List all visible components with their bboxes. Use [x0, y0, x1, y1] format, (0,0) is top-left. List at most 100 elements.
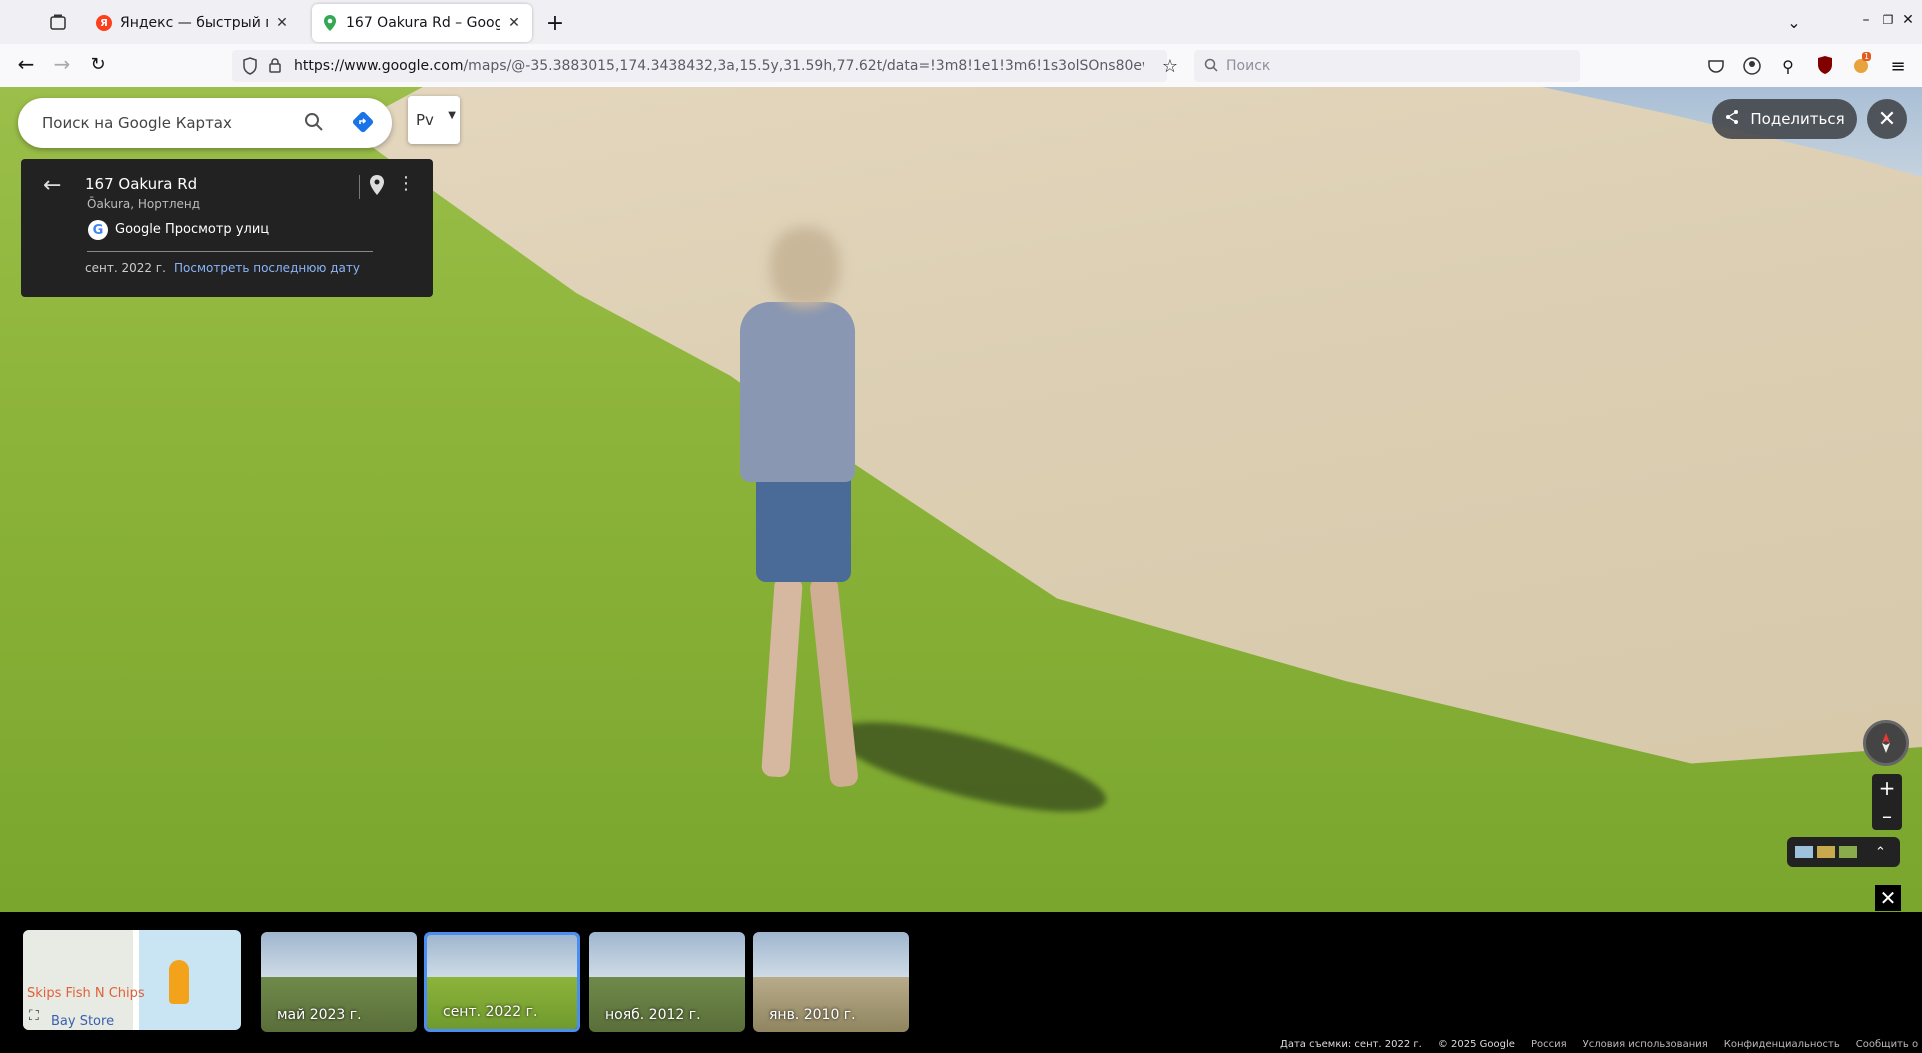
imagery-thumb-icon[interactable]	[1817, 846, 1835, 858]
menu-icon[interactable]: ≡	[1888, 56, 1908, 77]
browser-search-input[interactable]: Поиск	[1194, 50, 1580, 82]
person-figure	[720, 227, 890, 847]
tab-title: 167 Oakura Rd – Google Кар	[346, 15, 500, 31]
timeline-thumb-selected[interactable]: сент. 2022 г.	[424, 932, 580, 1032]
maps-search-input[interactable]: Поиск на Google Картах	[18, 98, 392, 148]
timeline-date: май 2023 г.	[277, 1007, 362, 1023]
location-pin-icon[interactable]	[370, 175, 384, 199]
expand-up-icon[interactable]: ⌃	[1875, 845, 1886, 860]
url-bar[interactable]: https://www.google.com/maps/@-35.3883015…	[232, 50, 1167, 82]
map-place-label[interactable]: Bay Store	[51, 1014, 114, 1029]
timeline-date: янв. 2010 г.	[769, 1007, 856, 1023]
layer-toggle-button[interactable]: Рv ▼	[408, 96, 460, 144]
url-text[interactable]: https://www.google.com/maps/@-35.3883015…	[294, 58, 1144, 74]
share-button[interactable]: Поделиться	[1712, 99, 1857, 139]
tab-bar: Я Яндекс — быстрый поиск в ✕ 167 Oakura …	[0, 0, 1922, 44]
thumb-sky	[589, 932, 745, 977]
url-path: /maps/@-35.3883015,174.3438432,3a,15.5y,…	[463, 58, 1144, 74]
timeline-thumb[interactable]: май 2023 г.	[261, 932, 417, 1032]
google-maps-icon	[322, 15, 338, 31]
layer-label: Рv	[416, 111, 434, 129]
browser-chrome: Я Яндекс — быстрый поиск в ✕ 167 Oakura …	[0, 0, 1922, 87]
new-tab-icon[interactable]: +	[544, 11, 566, 36]
close-street-view-button[interactable]: ✕	[1867, 99, 1907, 139]
thumb-sky	[753, 932, 909, 977]
extension-badge-count: 1	[1862, 52, 1872, 61]
map-place-label[interactable]: Skips Fish N Chips	[27, 986, 145, 1001]
bookmark-star-icon[interactable]: ☆	[1160, 56, 1180, 77]
back-icon[interactable]: ←	[14, 52, 38, 76]
reload-icon[interactable]: ↻	[86, 52, 110, 76]
close-timeline-button[interactable]: ✕	[1875, 885, 1901, 911]
search-icon	[1204, 58, 1218, 76]
footer-bar: Дата съемки: сент. 2022 г. © 2025 Google…	[1280, 1039, 1922, 1050]
thumb-ground	[753, 977, 909, 1032]
person-shorts	[756, 472, 851, 582]
imagery-thumb-icon[interactable]	[1839, 846, 1857, 858]
compass-control[interactable]	[1863, 720, 1909, 766]
thumb-ground	[261, 977, 417, 1032]
zoom-in-button[interactable]: +	[1872, 774, 1902, 802]
extension-badge-icon[interactable]: 1	[1850, 52, 1872, 76]
pocket-icon[interactable]	[1706, 56, 1726, 76]
shield-icon[interactable]	[242, 57, 258, 79]
card-divider	[87, 251, 373, 252]
directions-icon[interactable]	[352, 111, 374, 137]
account-icon[interactable]	[1742, 56, 1762, 76]
restore-window-icon[interactable]: ❐	[1880, 12, 1896, 28]
capture-date: сент. 2022 г.	[85, 261, 166, 275]
pegman-icon[interactable]	[169, 960, 189, 1004]
footer-privacy-link[interactable]: Конфиденциальность	[1724, 1039, 1840, 1050]
imagery-thumb-icon[interactable]	[1795, 846, 1813, 858]
maps-search-placeholder: Поиск на Google Картах	[42, 114, 232, 132]
see-latest-date-link[interactable]: Посмотреть последнюю дату	[174, 261, 360, 275]
google-logo-icon: G	[88, 220, 108, 240]
tab-overview-icon[interactable]	[48, 12, 68, 32]
close-tab-icon[interactable]: ✕	[506, 15, 522, 31]
footer-copyright: © 2025 Google	[1437, 1039, 1515, 1050]
zoom-control: + –	[1872, 774, 1902, 830]
person-leg	[761, 576, 803, 778]
blurred-face	[770, 227, 840, 307]
tab-title: Яндекс — быстрый поиск в	[120, 15, 268, 31]
timeline-thumb[interactable]: нояб. 2012 г.	[589, 932, 745, 1032]
footer-capture-date: Дата съемки: сент. 2022 г.	[1280, 1039, 1422, 1050]
footer-report-link[interactable]: Сообщить о проблеме	[1856, 1039, 1922, 1050]
close-tab-icon[interactable]: ✕	[274, 15, 290, 31]
share-icon	[1724, 109, 1740, 129]
street-view-brand: Google Просмотр улиц	[115, 222, 270, 237]
close-window-icon[interactable]: ✕	[1900, 12, 1916, 28]
share-label: Поделиться	[1750, 110, 1845, 128]
footer-region[interactable]: Россия	[1531, 1039, 1567, 1050]
forward-icon[interactable]: →	[50, 52, 74, 76]
chevron-down-icon[interactable]: ▼	[448, 110, 456, 121]
timeline-date: нояб. 2012 г.	[605, 1007, 701, 1023]
minimize-window-icon[interactable]: –	[1858, 12, 1874, 28]
location-title: 167 Oakura Rd	[85, 175, 198, 193]
zoom-out-button[interactable]: –	[1872, 802, 1902, 830]
search-icon[interactable]	[304, 112, 324, 136]
person-shirt	[740, 302, 855, 482]
timeline-date: сент. 2022 г.	[443, 1004, 538, 1020]
timeline-thumb[interactable]: янв. 2010 г.	[753, 932, 909, 1032]
tab-google-maps[interactable]: 167 Oakura Rd – Google Кар ✕	[312, 4, 532, 42]
tab-yandex[interactable]: Я Яндекс — быстрый поиск в ✕	[86, 4, 300, 42]
person-leg	[809, 576, 859, 788]
ublock-icon[interactable]	[1814, 54, 1836, 76]
tab-list-chevron-icon[interactable]: ⌄	[1784, 12, 1804, 32]
location-subtitle: Ōakura, Нортленд	[87, 197, 201, 211]
footer-terms-link[interactable]: Условия использования	[1583, 1039, 1708, 1050]
search-placeholder: Поиск	[1226, 58, 1271, 74]
expand-map-icon[interactable]: ⛶	[29, 1008, 39, 1024]
more-options-icon[interactable]: ⋮	[397, 173, 415, 194]
map-road	[133, 930, 139, 1030]
url-domain: https://www.google.com	[294, 58, 464, 74]
extensions-icon[interactable]: ⚲	[1778, 56, 1798, 76]
yandex-icon: Я	[96, 15, 112, 31]
back-arrow-icon[interactable]: ←	[43, 173, 61, 198]
thumb-sky	[261, 932, 417, 977]
lock-icon[interactable]	[268, 57, 282, 77]
vertical-divider	[359, 175, 360, 199]
mini-map[interactable]: Skips Fish N Chips Bay Store ⛶	[23, 930, 241, 1030]
imagery-toggle-panel[interactable]: ⌃	[1787, 837, 1900, 867]
